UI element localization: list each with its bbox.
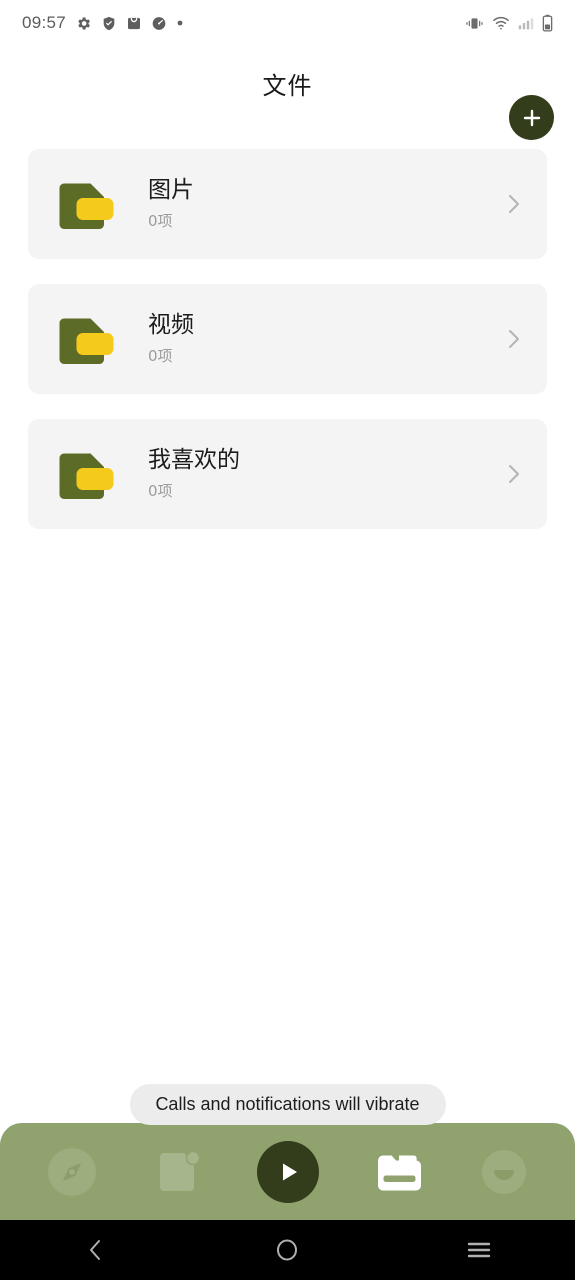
folder-icon	[52, 173, 114, 235]
play-icon	[282, 1163, 297, 1180]
list-item-text: 图片 0项	[148, 177, 503, 230]
smiley-icon	[481, 1149, 526, 1194]
battery-icon	[542, 14, 553, 32]
list-item-subtitle: 0项	[148, 346, 173, 365]
list-item-subtitle: 0项	[148, 481, 173, 500]
android-nav-bar	[0, 1220, 575, 1280]
dock-item-compass[interactable]	[43, 1143, 101, 1201]
list-item-text: 我喜欢的 0项	[148, 447, 503, 500]
status-bar: 09:57	[0, 0, 575, 46]
list-item[interactable]: 图片 0项	[28, 149, 547, 259]
home-button[interactable]	[247, 1220, 327, 1280]
back-button[interactable]	[56, 1220, 136, 1280]
list-item-subtitle: 0项	[148, 211, 173, 230]
compass-icon	[47, 1147, 96, 1196]
chevron-right-icon[interactable]	[503, 326, 525, 352]
list-item[interactable]: 视频 0项	[28, 284, 547, 394]
circle-icon	[277, 1239, 298, 1261]
speedometer-icon	[152, 16, 166, 30]
dock-item-documents[interactable]	[150, 1143, 208, 1201]
list-item[interactable]: 我喜欢的 0项	[28, 419, 547, 529]
chevron-left-icon	[89, 1240, 100, 1260]
status-bar-right	[465, 14, 553, 32]
vibrate-icon	[466, 17, 483, 29]
list-item-title: 我喜欢的	[148, 447, 240, 474]
folder-icon	[377, 1155, 421, 1190]
list-item-text: 视频 0项	[148, 312, 503, 365]
dot-icon	[177, 20, 183, 26]
chevron-right-icon[interactable]	[503, 461, 525, 487]
list-item-title: 视频	[148, 312, 194, 339]
folder-icon	[52, 443, 114, 505]
toast-message: Calls and notifications will vibrate	[129, 1084, 446, 1125]
shield-check-icon	[103, 16, 115, 30]
plus-icon	[523, 109, 540, 126]
folder-list: 图片 0项 视频 0项 我喜欢的 0项	[28, 149, 547, 554]
cellular-signal-icon	[518, 18, 534, 30]
hamburger-icon	[467, 1242, 491, 1258]
app-header: 文件	[0, 46, 575, 140]
dock-item-files[interactable]	[368, 1143, 426, 1201]
folder-icon	[52, 308, 114, 370]
inbox-icon	[128, 17, 141, 29]
document-badge-icon	[159, 1150, 200, 1191]
dock-bar	[0, 1123, 575, 1220]
wifi-icon	[493, 16, 509, 30]
page-title: 文件	[262, 72, 313, 100]
chevron-right-icon[interactable]	[503, 191, 525, 217]
list-item-title: 图片	[148, 177, 194, 204]
add-button[interactable]	[509, 95, 554, 140]
gear-icon	[78, 17, 90, 29]
status-clock: 09:57	[22, 13, 67, 32]
dock-item-emoji[interactable]	[475, 1143, 533, 1201]
status-bar-left: 09:57	[22, 13, 184, 33]
phone-screen: 09:57 文件 图片 0项 视频 0项 我喜欢的 0项 Calls and n…	[0, 0, 575, 1280]
recents-button[interactable]	[439, 1220, 519, 1280]
dock-item-play[interactable]	[256, 1140, 319, 1203]
